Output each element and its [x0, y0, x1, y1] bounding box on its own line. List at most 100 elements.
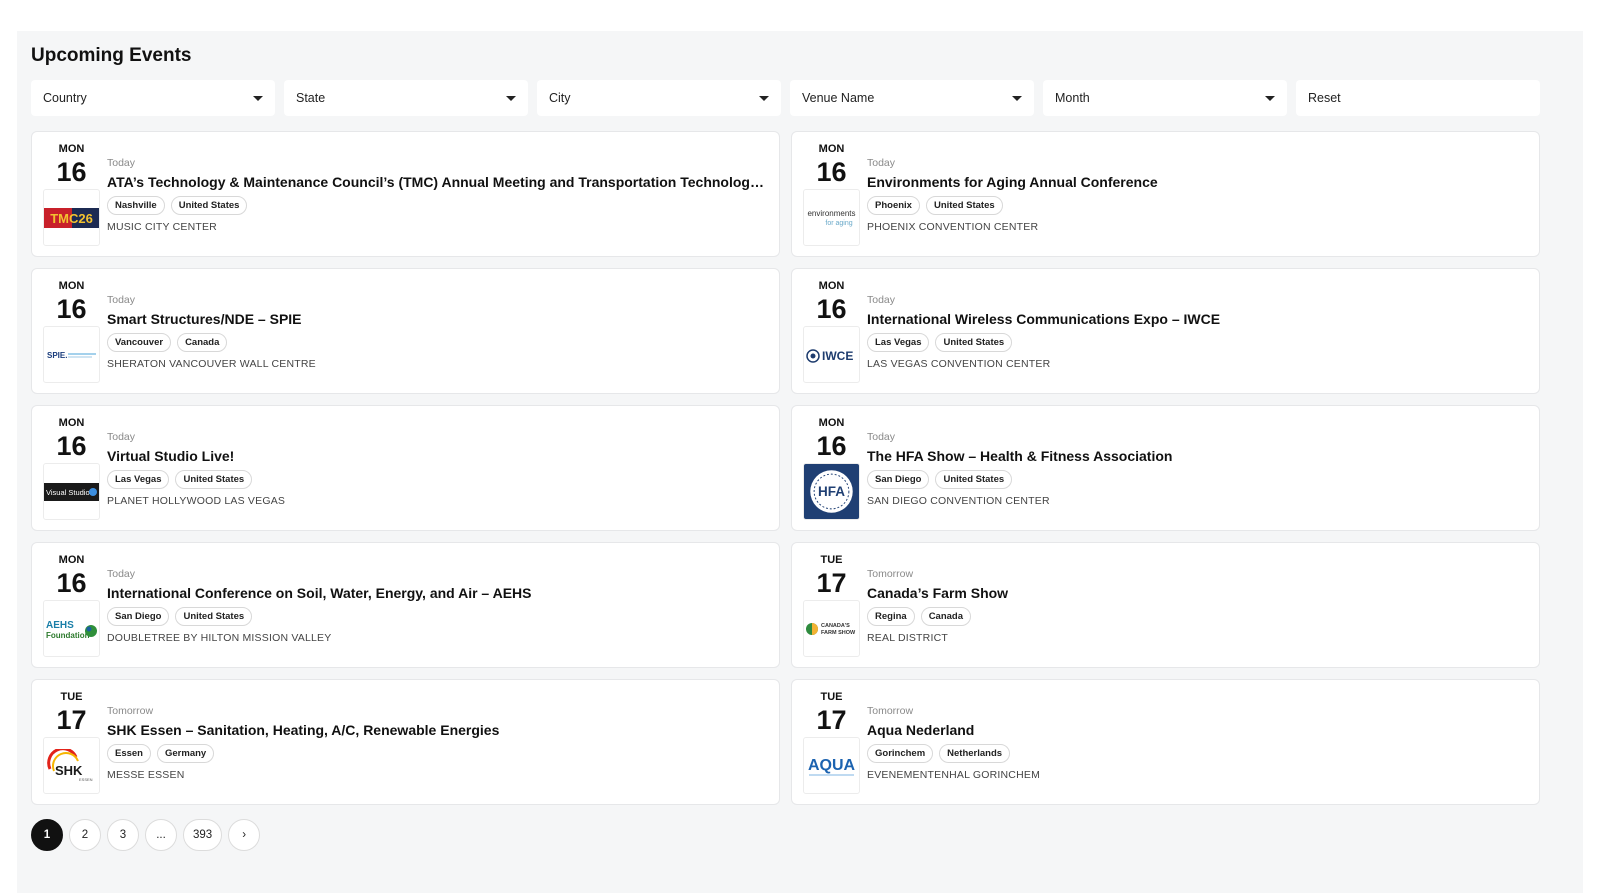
city-tag[interactable]: Las Vegas	[867, 333, 930, 352]
event-logo: CANADA'S FARM SHOW	[803, 600, 860, 657]
city-select-label: City	[549, 91, 571, 105]
country-tag[interactable]: United States	[175, 470, 253, 489]
event-title[interactable]: SHK Essen – Sanitation, Heating, A/C, Re…	[107, 722, 767, 738]
city-tag[interactable]: Nashville	[107, 196, 165, 215]
country-select[interactable]: Country	[31, 80, 275, 116]
state-select[interactable]: State	[284, 80, 528, 116]
event-info: Today ATA’s Technology & Maintenance Cou…	[107, 157, 767, 233]
country-tag[interactable]: United States	[170, 196, 248, 215]
event-relative-date: Today	[107, 157, 136, 169]
country-tag[interactable]: Germany	[157, 744, 215, 763]
event-card[interactable]: MON 16 TMC26 Today ATA’s Technology & Ma…	[31, 131, 780, 257]
event-info: Tomorrow Canada’s Farm Show Regina Canad…	[867, 568, 1527, 644]
next-page-icon[interactable]: ›	[228, 819, 261, 851]
city-tag[interactable]: Vancouver	[107, 333, 172, 352]
event-location-tags: Las Vegas United States	[107, 470, 767, 489]
event-card[interactable]: MON 16 AEHS Foundation Today Internation…	[31, 542, 780, 668]
event-venue: MUSIC CITY CENTER	[107, 221, 217, 233]
environments-for-aging-logo-icon: environments for aging	[807, 209, 855, 227]
aehs-foundation-logo-icon: AEHS Foundation	[46, 620, 97, 640]
event-title[interactable]: Canada’s Farm Show	[867, 585, 1527, 601]
city-tag[interactable]: San Diego	[867, 470, 930, 489]
city-tag[interactable]: Gorinchem	[867, 744, 934, 763]
event-venue: SAN DIEGO CONVENTION CENTER	[867, 495, 1050, 507]
event-title[interactable]: Environments for Aging Annual Conference	[867, 174, 1527, 190]
page-ellipsis[interactable]: ...	[145, 819, 177, 851]
event-day: 16	[816, 431, 847, 461]
reset-button[interactable]: Reset	[1296, 80, 1540, 116]
caret-down-icon	[253, 95, 263, 101]
city-tag[interactable]: Las Vegas	[107, 470, 170, 489]
event-card[interactable]: TUE 17 SHK ESSEN Tomorrow SHK Essen – Sa…	[31, 679, 780, 805]
country-tag[interactable]: United States	[935, 333, 1013, 352]
city-tag[interactable]: Regina	[867, 607, 915, 626]
logo-text: SHK	[55, 763, 83, 778]
city-tag[interactable]: Phoenix	[867, 196, 920, 215]
country-tag[interactable]: United States	[935, 470, 1013, 489]
event-title[interactable]: ATA’s Technology & Maintenance Council’s…	[107, 174, 767, 190]
month-select-label: Month	[1055, 91, 1090, 105]
event-card[interactable]: MON 16 IWCE Today International Wireless…	[791, 268, 1540, 394]
month-select[interactable]: Month	[1043, 80, 1287, 116]
shk-essen-logo-icon: SHK ESSEN	[47, 748, 93, 782]
logo-text: SPIE.	[47, 351, 67, 360]
country-tag[interactable]: Canada	[177, 333, 228, 352]
city-tag[interactable]: San Diego	[107, 607, 170, 626]
logo-subtext: Foundation	[46, 631, 90, 640]
city-tag[interactable]: Essen	[107, 744, 151, 763]
event-card[interactable]: MON 16 HFA Today The HFA Show – Health &…	[791, 405, 1540, 531]
venue-select[interactable]: Venue Name	[790, 80, 1034, 116]
event-title[interactable]: Smart Structures/NDE – SPIE	[107, 311, 767, 327]
event-card[interactable]: MON 16 SPIE. Today Smart Structures/NDE …	[31, 268, 780, 394]
country-tag[interactable]: United States	[175, 607, 253, 626]
logo-subtext: ESSEN	[79, 777, 93, 782]
event-card[interactable]: TUE 17 AQUA Tomorrow Aqua Nederland Gori…	[791, 679, 1540, 805]
city-select[interactable]: City	[537, 80, 781, 116]
country-tag[interactable]: Netherlands	[939, 744, 1011, 763]
hfa-logo-icon: HFA	[804, 464, 859, 519]
event-title[interactable]: Aqua Nederland	[867, 722, 1527, 738]
event-venue: PHOENIX CONVENTION CENTER	[867, 221, 1039, 233]
event-relative-date: Tomorrow	[867, 568, 914, 580]
event-title[interactable]: International Conference on Soil, Water,…	[107, 585, 767, 601]
event-logo: IWCE	[803, 326, 860, 383]
event-day: 17	[816, 568, 847, 598]
event-card[interactable]: TUE 17 CANADA'S FARM SHOW Tomorrow Canad…	[791, 542, 1540, 668]
event-info: Tomorrow Aqua Nederland Gorinchem Nether…	[867, 705, 1527, 781]
canadas-farm-show-logo-icon: CANADA'S FARM SHOW	[806, 622, 856, 636]
event-weekday: MON	[58, 280, 85, 292]
page-button-2[interactable]: 2	[69, 819, 101, 851]
event-info: Today International Wireless Communicati…	[867, 294, 1527, 370]
event-relative-date: Today	[107, 568, 136, 580]
page-button-last[interactable]: 393	[183, 819, 223, 851]
event-card[interactable]: MON 16 Visual Studio Today Virtual Studi…	[31, 405, 780, 531]
event-relative-date: Today	[867, 157, 896, 169]
caret-down-icon	[506, 95, 516, 101]
event-title[interactable]: Virtual Studio Live!	[107, 448, 767, 464]
event-logo: TMC26	[43, 189, 100, 246]
event-logo: AQUA	[803, 737, 860, 794]
event-weekday: MON	[58, 417, 85, 429]
logo-subtext: for aging	[825, 220, 852, 227]
page-title: Upcoming Events	[31, 45, 192, 66]
event-logo: HFA	[803, 463, 860, 520]
event-logo: SPIE.	[43, 326, 100, 383]
caret-down-icon	[1265, 95, 1275, 101]
event-day: 16	[56, 431, 87, 461]
logo-text: AQUA	[808, 757, 856, 774]
event-location-tags: San Diego United States	[867, 470, 1527, 489]
country-tag[interactable]: Canada	[920, 607, 972, 626]
event-location-tags: Gorinchem Netherlands	[867, 744, 1527, 763]
logo-text: HFA	[818, 484, 845, 499]
event-title[interactable]: International Wireless Communications Ex…	[867, 311, 1527, 327]
event-title[interactable]: The HFA Show – Health & Fitness Associat…	[867, 448, 1527, 464]
event-day: 16	[56, 294, 87, 324]
tmc26-logo-icon: TMC26	[44, 207, 99, 228]
event-weekday: MON	[818, 417, 845, 429]
page-button-1[interactable]: 1	[31, 819, 63, 851]
page-button-3[interactable]: 3	[107, 819, 139, 851]
caret-down-icon	[759, 95, 769, 101]
event-card[interactable]: MON 16 environments for aging Today Envi…	[791, 131, 1540, 257]
country-tag[interactable]: United States	[925, 196, 1003, 215]
event-logo: environments for aging	[803, 189, 860, 246]
